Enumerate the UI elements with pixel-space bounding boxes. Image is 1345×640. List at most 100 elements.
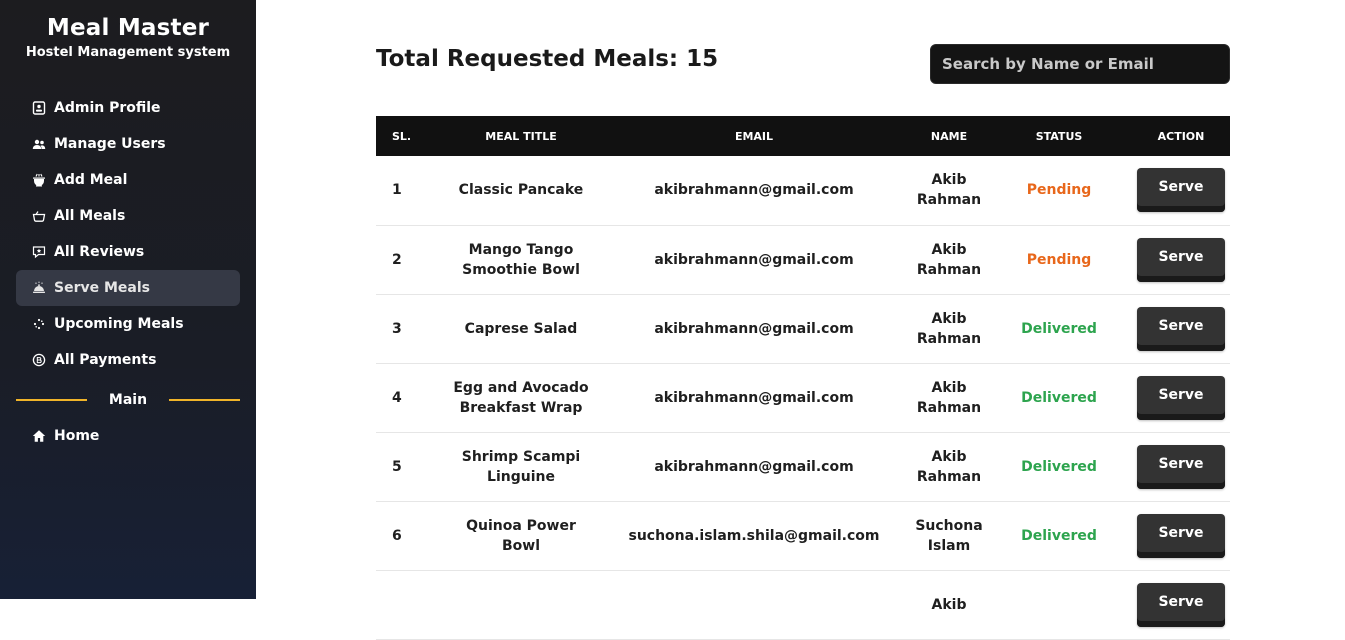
search-input[interactable] — [930, 44, 1230, 84]
sidebar-item-manage-users[interactable]: Manage Users — [16, 126, 240, 162]
row-email: akibrahmann@gmail.com — [654, 389, 854, 406]
row-name: Akib — [931, 596, 967, 613]
row-name: Akib Rahman — [916, 379, 982, 416]
row-email: akibrahmann@gmail.com — [654, 320, 854, 337]
row-action: Serve — [1132, 432, 1230, 501]
row-email: akibrahmann@gmail.com — [654, 458, 854, 475]
table-row: Akib Serve — [376, 570, 1230, 639]
sidebar-item-label: All Reviews — [54, 244, 145, 260]
row-name: Akib Rahman — [916, 172, 982, 209]
serve-button[interactable]: Serve — [1137, 582, 1225, 627]
serve-button[interactable]: Serve — [1137, 375, 1225, 420]
serve-button[interactable]: Serve — [1137, 168, 1225, 213]
row-sl — [376, 570, 446, 639]
row-status: Pending — [1026, 251, 1092, 268]
row-email — [596, 570, 912, 639]
bowl-icon — [32, 209, 46, 223]
sidebar-item-label: Serve Meals — [54, 280, 150, 296]
add-meal-icon — [32, 173, 46, 187]
sidebar-item-label: Home — [54, 428, 100, 444]
sidebar-menu: Admin Profile Manage Users Add Meal All … — [0, 90, 256, 378]
sidebar-item-label: All Meals — [54, 208, 126, 224]
row-email: akibrahmann@gmail.com — [654, 182, 854, 199]
column-header-name: NAME — [930, 129, 968, 143]
row-meal-title — [446, 570, 596, 639]
row-sl: 4 — [392, 389, 402, 406]
table-row: 5 Shrimp Scampi Linguine akibrahmann@gma… — [376, 432, 1230, 501]
main-content: Total Requested Meals: 15 SL. MEAL TITLE… — [376, 0, 1230, 640]
sidebar-item-add-meal[interactable]: Add Meal — [16, 162, 240, 198]
row-meal-title: Quinoa Power Bowl — [466, 517, 576, 554]
brand-subtitle: Hostel Management system — [25, 45, 231, 60]
column-header-sl: SL. — [392, 129, 412, 143]
serve-button[interactable]: Serve — [1137, 306, 1225, 351]
sidebar-item-serve-meals[interactable]: Serve Meals — [16, 270, 240, 306]
payment-icon — [32, 353, 46, 367]
row-action: Serve — [1132, 225, 1230, 294]
users-icon — [32, 137, 46, 151]
sidebar-item-all-reviews[interactable]: All Reviews — [16, 234, 240, 270]
topbar: Total Requested Meals: 15 — [376, 0, 1230, 116]
profile-icon — [32, 101, 46, 115]
home-icon — [32, 429, 46, 443]
serve-button[interactable]: Serve — [1137, 444, 1225, 489]
requested-meals-table: SL. MEAL TITLE EMAIL NAME STATUS ACTION … — [376, 116, 1230, 640]
row-sl: 3 — [392, 320, 402, 337]
row-status: Delivered — [1021, 320, 1097, 337]
serve-button[interactable]: Serve — [1137, 237, 1225, 282]
row-action: Serve — [1132, 294, 1230, 363]
column-header-status: STATUS — [1035, 129, 1083, 143]
row-action: Serve — [1132, 501, 1230, 570]
row-meal-title: Shrimp Scampi Linguine — [461, 448, 581, 485]
row-meal-title: Classic Pancake — [458, 182, 584, 199]
column-header-meal-title: MEAL TITLE — [485, 129, 557, 143]
row-name: Akib Rahman — [916, 448, 982, 485]
serve-button[interactable]: Serve — [1137, 513, 1225, 558]
row-meal-title: Mango Tango Smoothie Bowl — [462, 241, 580, 278]
sidebar-item-label: Manage Users — [54, 136, 166, 152]
row-action: Serve — [1132, 570, 1230, 639]
sparkle-icon — [32, 317, 46, 331]
table-row: 1 Classic Pancake akibrahmann@gmail.com … — [376, 156, 1230, 225]
sidebar-item-label: Add Meal — [54, 172, 128, 188]
review-icon — [32, 245, 46, 259]
table-row: 4 Egg and Avocado Breakfast Wrap akibrah… — [376, 363, 1230, 432]
section-divider: Main — [16, 392, 240, 408]
table-header-row: SL. MEAL TITLE EMAIL NAME STATUS ACTION — [376, 116, 1230, 156]
row-sl: 6 — [392, 527, 402, 544]
row-status — [986, 570, 1132, 639]
sidebar-item-home[interactable]: Home — [16, 418, 240, 454]
sidebar-item-admin-profile[interactable]: Admin Profile — [16, 90, 240, 126]
row-status: Delivered — [1021, 527, 1097, 544]
divider-line — [169, 399, 240, 401]
sidebar-item-label: Admin Profile — [54, 100, 161, 116]
sidebar-item-all-meals[interactable]: All Meals — [16, 198, 240, 234]
table-row: 2 Mango Tango Smoothie Bowl akibrahmann@… — [376, 225, 1230, 294]
column-header-email: EMAIL — [734, 129, 774, 143]
sidebar-item-label: All Payments — [54, 352, 157, 368]
row-name: Akib Rahman — [916, 241, 982, 278]
divider-line — [16, 399, 87, 401]
row-status: Delivered — [1021, 389, 1097, 406]
cloche-icon — [32, 281, 46, 295]
row-sl: 2 — [392, 251, 402, 268]
row-sl: 5 — [392, 458, 402, 475]
sidebar-item-upcoming-meals[interactable]: Upcoming Meals — [16, 306, 240, 342]
column-header-action: ACTION — [1157, 129, 1205, 143]
row-action: Serve — [1132, 363, 1230, 432]
sidebar-item-all-payments[interactable]: All Payments — [16, 342, 240, 378]
row-status: Pending — [1026, 182, 1092, 199]
row-name: Akib Rahman — [916, 310, 982, 347]
brand: Meal Master Hostel Management system — [0, 0, 256, 60]
sidebar-main-menu: Home — [0, 418, 256, 454]
row-action: Serve — [1132, 156, 1230, 225]
sidebar-item-label: Upcoming Meals — [54, 316, 184, 332]
row-sl: 1 — [392, 182, 402, 199]
table-row: 3 Caprese Salad akibrahmann@gmail.com Ak… — [376, 294, 1230, 363]
row-meal-title: Caprese Salad — [464, 320, 578, 337]
sidebar: Meal Master Hostel Management system Adm… — [0, 0, 256, 599]
divider-label: Main — [108, 392, 148, 408]
row-name: Suchona Islam — [915, 517, 983, 554]
brand-title: Meal Master — [46, 15, 210, 41]
row-email: akibrahmann@gmail.com — [654, 251, 854, 268]
